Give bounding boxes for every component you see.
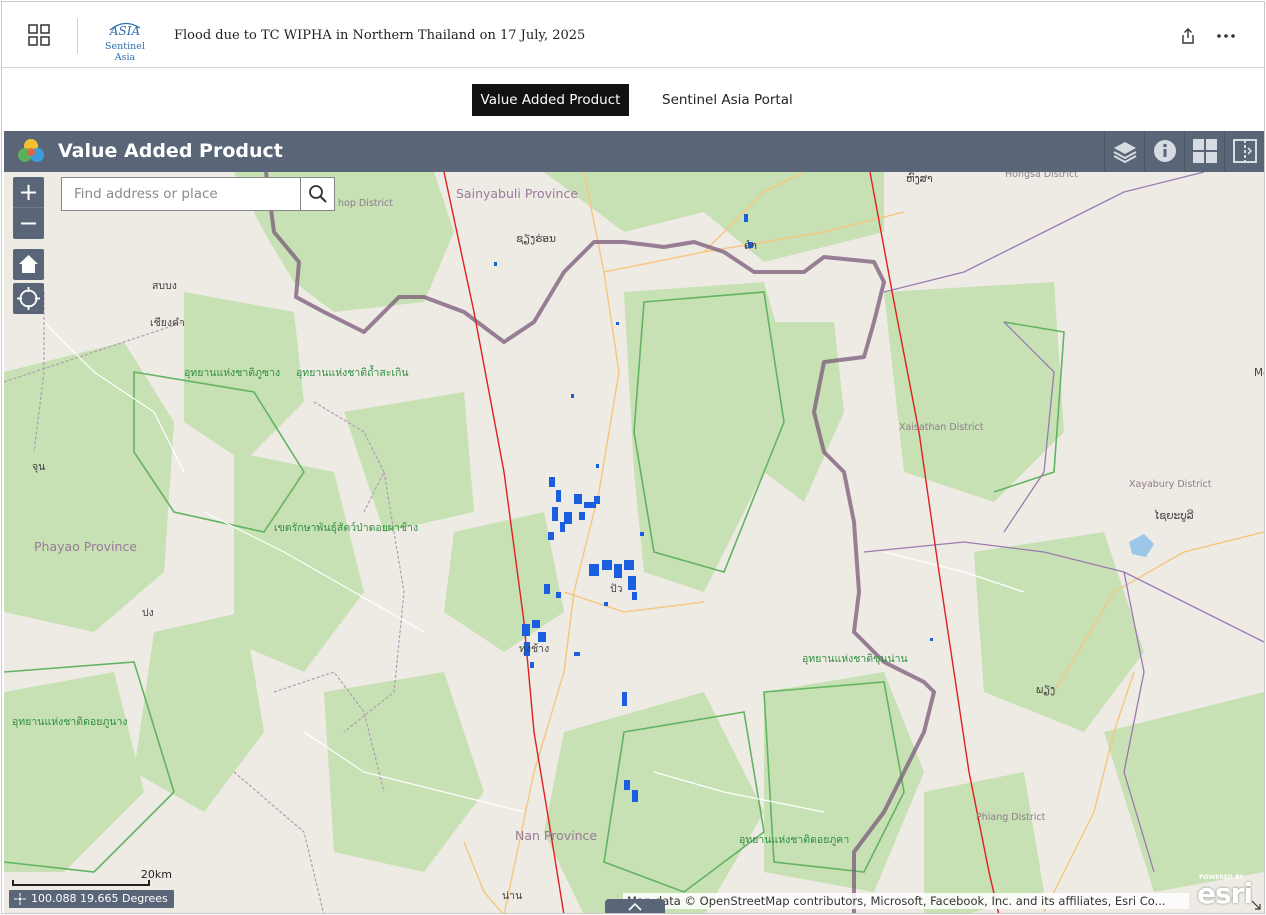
locate-button[interactable] bbox=[13, 283, 44, 314]
scale-bar: 20km bbox=[12, 868, 172, 886]
crosshair-icon bbox=[14, 893, 26, 905]
label-park-phusang: อุทยานแห่งชาติภูซาง bbox=[184, 367, 281, 379]
label-town-chiangkham: เชียงคำ bbox=[150, 317, 185, 329]
resize-handle-icon[interactable] bbox=[1250, 898, 1262, 910]
label-town-pua: ปัว bbox=[610, 583, 623, 595]
esri-logo: POWERED BY esri bbox=[1191, 872, 1257, 912]
app-launcher-icon[interactable] bbox=[26, 22, 54, 50]
home-button[interactable] bbox=[13, 249, 44, 280]
scale-label: 20km bbox=[140, 868, 172, 881]
panel-toggle-handle[interactable] bbox=[605, 899, 665, 913]
search-widget bbox=[61, 177, 335, 211]
label-xayabury-district: Xayabury District bbox=[1129, 479, 1212, 490]
label-town-thungchang: ทุ่งช้าง bbox=[519, 643, 550, 655]
section-tabs: Value Added Product Sentinel Asia Portal bbox=[2, 69, 1264, 131]
share-icon[interactable] bbox=[1178, 26, 1198, 46]
label-town-kham: ຄຳ bbox=[744, 240, 757, 252]
label-town-sopbong: สบบง bbox=[152, 280, 177, 292]
logo-mark: ASIA bbox=[109, 24, 141, 38]
chevron-up-icon bbox=[628, 902, 642, 911]
map-attribution[interactable]: Map data © OpenStreetMap contributors, M… bbox=[623, 893, 1189, 909]
app-header: ASIA Sentinel Asia Flood due to TC WIPHA… bbox=[2, 2, 1264, 68]
layers-icon[interactable] bbox=[1104, 131, 1144, 172]
label-xaisathan-district: Xaisathan District bbox=[899, 422, 984, 433]
basemap-gallery-icon[interactable] bbox=[1184, 131, 1224, 172]
swipe-icon[interactable] bbox=[1224, 131, 1264, 172]
zoom-in-button[interactable]: + bbox=[13, 177, 44, 208]
zoom-out-button[interactable]: − bbox=[13, 208, 44, 239]
label-park-khunnan: อุทยานแห่งชาติขุนน่าน bbox=[802, 653, 908, 665]
search-input[interactable] bbox=[62, 178, 300, 210]
label-hop-district: hop District bbox=[338, 198, 394, 209]
label-town-pong: ปง bbox=[142, 607, 154, 619]
label-town-nan: น่าน bbox=[502, 890, 523, 902]
label-town-hongsa: ຫົງສາ bbox=[906, 173, 933, 185]
search-icon bbox=[309, 185, 327, 203]
map-view[interactable]: Sainyabuli Province Phayao Province Nan … bbox=[4, 169, 1264, 913]
more-options-icon[interactable] bbox=[1215, 26, 1237, 46]
home-icon bbox=[19, 255, 38, 273]
locate-icon bbox=[17, 287, 40, 310]
page-title: Flood due to TC WIPHA in Northern Thaila… bbox=[174, 28, 586, 43]
label-phayao-province: Phayao Province bbox=[34, 539, 137, 554]
esri-brand-text: esri bbox=[1197, 877, 1253, 910]
label-town-xayabury: ໄຊຍະບູລີ bbox=[1154, 510, 1194, 522]
label-town-phiang: ພຽງ bbox=[1036, 684, 1056, 696]
basemap bbox=[4, 172, 1264, 913]
label-park-doiphukha: อุทยานแห่งชาติดอยภูคา bbox=[739, 834, 850, 846]
coordinate-text: 100.088 19.665 Degrees bbox=[31, 892, 168, 905]
logo-text: Sentinel Asia bbox=[105, 41, 145, 63]
scale-line bbox=[12, 880, 150, 886]
header-divider bbox=[77, 18, 78, 54]
map-widget-title: Value Added Product bbox=[58, 140, 283, 162]
label-town-chun: จุน bbox=[32, 461, 46, 473]
map-widget-header: Value Added Product bbox=[4, 131, 1264, 172]
coordinate-readout[interactable]: 100.088 19.665 Degrees bbox=[9, 890, 174, 908]
label-town-xienghon: ຊຽງຮ່ອນ bbox=[516, 233, 556, 245]
label-phiang-district: Phiang District bbox=[976, 812, 1046, 823]
label-sainyabuli-province: Sainyabuli Province bbox=[456, 186, 579, 201]
label-park-doiphunang: อุทยานแห่งชาติดอยภูนาง bbox=[12, 716, 128, 728]
label-nan-province: Nan Province bbox=[515, 828, 598, 843]
tab-value-added-product[interactable]: Value Added Product bbox=[472, 84, 629, 116]
app-frame: ASIA Sentinel Asia Flood due to TC WIPHA… bbox=[1, 1, 1265, 914]
map-widget: Value Added Product Sainyabuli Province … bbox=[4, 131, 1264, 913]
label-park-thamsakoen: อุทยานแห่งชาติถ้ำสะเกิน bbox=[296, 367, 409, 379]
label-town-me: Me bbox=[1254, 367, 1264, 379]
tab-sentinel-asia-portal[interactable]: Sentinel Asia Portal bbox=[654, 84, 801, 116]
sentinel-asia-logo: ASIA Sentinel Asia bbox=[94, 16, 156, 63]
search-button[interactable] bbox=[300, 178, 334, 210]
app-logo-icon bbox=[16, 137, 46, 167]
zoom-control: + − bbox=[13, 177, 44, 239]
label-park-doiphachang: เขตรักษาพันธุ์สัตว์ป่าดอยผาช้าง bbox=[274, 522, 419, 534]
info-icon[interactable] bbox=[1144, 131, 1184, 172]
